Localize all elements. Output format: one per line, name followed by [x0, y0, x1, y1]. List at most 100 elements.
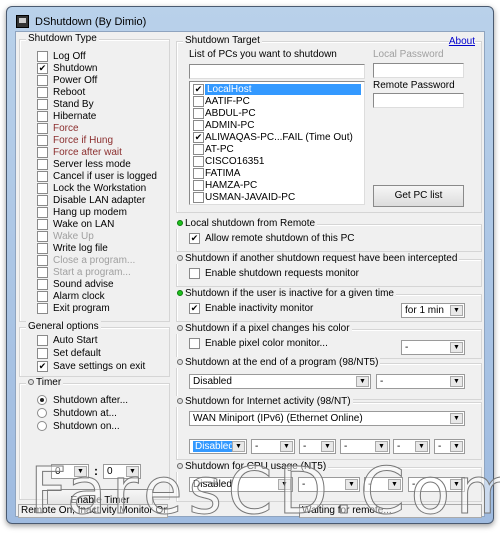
internet-value-select[interactable]: - ▼ [434, 439, 465, 454]
get-pc-list-button[interactable]: Get PC list [373, 185, 464, 207]
pc-list-item[interactable]: USMAN-JAVAID-PC [193, 191, 361, 203]
checkbox-icon[interactable] [37, 182, 48, 194]
cpu-value-select[interactable]: - ▼ [364, 477, 403, 492]
checkbox-icon[interactable] [37, 86, 48, 98]
pc-list-item[interactable]: ✔ ALIWAQAS-PC...FAIL (Time Out) [193, 131, 361, 143]
internet-value-select[interactable]: - ▼ [340, 439, 390, 454]
shutdown-type-option[interactable]: ✔ Shutdown [37, 62, 97, 74]
about-link[interactable]: About [448, 36, 475, 47]
checkbox-checked-icon[interactable]: ✔ [37, 360, 48, 372]
checkbox-icon[interactable] [193, 155, 204, 167]
shutdown-type-option[interactable]: Exit program [37, 302, 110, 314]
checkbox-checked-icon[interactable]: ✔ [193, 83, 204, 95]
checkbox-icon[interactable] [37, 334, 48, 346]
radio-icon[interactable] [37, 408, 47, 418]
checkbox-checked-icon[interactable]: ✔ [193, 131, 204, 143]
cpu-mode-select[interactable]: Disabled ▼ [189, 477, 293, 492]
checkbox-icon[interactable] [189, 337, 200, 349]
pixel-select[interactable]: - ▼ [401, 340, 465, 355]
shutdown-type-option[interactable]: Disable LAN adapter [37, 194, 145, 206]
general-option[interactable]: Set default [37, 347, 101, 359]
checkbox-icon[interactable] [37, 170, 48, 182]
checkbox-icon[interactable] [37, 50, 48, 62]
general-option[interactable]: ✔ Save settings on exit [37, 360, 145, 372]
checkbox-icon[interactable] [37, 194, 48, 206]
checkbox-icon[interactable] [37, 302, 48, 314]
shutdown-type-option[interactable]: Write log file [37, 242, 108, 254]
checkbox-checked-icon[interactable]: ✔ [189, 302, 200, 314]
shutdown-type-option[interactable]: Power Off [37, 74, 97, 86]
checkbox-icon[interactable] [193, 119, 204, 131]
checkbox-checked-icon[interactable]: ✔ [189, 232, 200, 244]
checkbox-icon[interactable] [37, 110, 48, 122]
shutdown-type-option[interactable]: Stand By [37, 98, 94, 110]
checkbox-icon[interactable] [37, 122, 48, 134]
shutdown-type-option[interactable]: Reboot [37, 86, 85, 98]
timer-radio[interactable]: Shutdown at... [37, 407, 117, 419]
checkbox-icon[interactable] [37, 206, 48, 218]
shutdown-type-option[interactable]: Force [37, 122, 79, 134]
checkbox-icon[interactable] [193, 191, 204, 203]
adapter-select[interactable]: WAN Miniport (IPv6) (Ethernet Online) ▼ [189, 411, 465, 426]
checkbox-icon[interactable] [37, 290, 48, 302]
checkbox-icon[interactable] [193, 179, 204, 191]
shutdown-type-option[interactable]: Server less mode [37, 158, 131, 170]
cpu-value-select[interactable]: - ▼ [298, 477, 360, 492]
pc-list-item[interactable]: HAMZA-PC [193, 179, 361, 191]
shutdown-type-option[interactable]: Force if Hung [37, 134, 113, 146]
timer-radio[interactable]: Shutdown on... [37, 420, 120, 432]
shutdown-type-option[interactable]: Log Off [37, 50, 86, 62]
pc-list-item[interactable]: ADMIN-PC [193, 119, 361, 131]
remote-password-input[interactable] [373, 93, 464, 108]
checkbox-icon[interactable] [37, 146, 48, 158]
radio-icon[interactable] [37, 395, 47, 405]
shutdown-type-option[interactable]: Cancel if user is logged [37, 170, 157, 182]
pc-list-item[interactable]: ABDUL-PC [193, 107, 361, 119]
pixel-monitor-checkbox[interactable]: Enable pixel color monitor... [189, 337, 328, 349]
checkbox-icon[interactable] [37, 218, 48, 230]
checkbox-icon[interactable] [37, 74, 48, 86]
pc-list-item[interactable]: CISCO16351 [193, 155, 361, 167]
timer-minutes-select[interactable]: 0 ▼ [103, 464, 141, 479]
shutdown-type-option[interactable]: Wake on LAN [37, 218, 114, 230]
checkbox-icon[interactable] [189, 267, 200, 279]
allow-remote-checkbox[interactable]: ✔ Allow remote shutdown of this PC [189, 232, 355, 244]
shutdown-type-option[interactable]: Sound advise [37, 278, 114, 290]
program-select[interactable]: Disabled ▼ [189, 374, 371, 389]
pc-list-item[interactable]: AT-PC [193, 143, 361, 155]
checkbox-icon[interactable] [37, 134, 48, 146]
checkbox-icon[interactable] [37, 278, 48, 290]
internet-value-select[interactable]: - ▼ [299, 439, 336, 454]
pc-list-item[interactable]: FATIMA [193, 167, 361, 179]
timer-radio[interactable]: Shutdown after... [37, 394, 128, 406]
inactivity-monitor-checkbox[interactable]: ✔ Enable inactivity monitor [189, 302, 313, 314]
internet-value-select[interactable]: - ▼ [393, 439, 430, 454]
shutdown-type-option[interactable]: Alarm clock [37, 290, 105, 302]
timer-hours-select[interactable]: 0 ▼ [51, 464, 89, 479]
checkbox-icon[interactable] [37, 347, 48, 359]
internet-value-select[interactable]: - ▼ [251, 439, 295, 454]
checkbox-icon[interactable] [37, 98, 48, 110]
checkbox-icon[interactable] [193, 143, 204, 155]
shutdown-type-option[interactable]: Close a program... [37, 254, 135, 266]
shutdown-type-option[interactable]: Wake Up [37, 230, 94, 242]
radio-icon[interactable] [37, 421, 47, 431]
checkbox-icon[interactable] [37, 158, 48, 170]
checkbox-icon[interactable] [193, 95, 204, 107]
shutdown-type-option[interactable]: Start a program... [37, 266, 131, 278]
shutdown-type-option[interactable]: Lock the Workstation [37, 182, 146, 194]
inactivity-duration-select[interactable]: for 1 min ▼ [401, 303, 465, 318]
checkbox-icon[interactable] [37, 266, 48, 278]
general-option[interactable]: Auto Start [37, 334, 97, 346]
program-value-select[interactable]: - ▼ [376, 374, 465, 389]
shutdown-type-option[interactable]: Force after wait [37, 146, 122, 158]
pc-list-item[interactable]: ✔ LocalHost [193, 83, 361, 95]
checkbox-icon[interactable] [37, 230, 48, 242]
checkbox-icon[interactable] [193, 167, 204, 179]
local-password-input[interactable] [373, 63, 464, 78]
shutdown-type-option[interactable]: Hang up modem [37, 206, 127, 218]
checkbox-icon[interactable] [37, 242, 48, 254]
cpu-value-select[interactable]: - ▼ [408, 477, 465, 492]
pc-list-item[interactable]: AATIF-PC [193, 95, 361, 107]
shutdown-type-option[interactable]: Hibernate [37, 110, 96, 122]
